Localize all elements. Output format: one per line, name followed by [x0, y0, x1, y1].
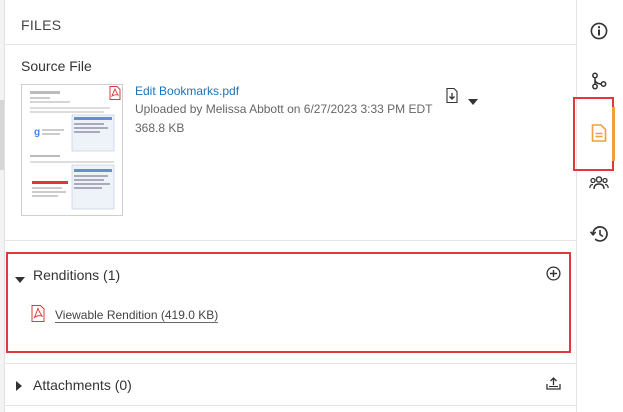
expand-caret-icon[interactable] [15, 270, 25, 288]
section-divider [5, 240, 576, 241]
document-icon[interactable] [587, 121, 611, 145]
history-icon[interactable] [587, 222, 611, 246]
upload-icon[interactable] [546, 377, 561, 395]
panel-title: FILES [21, 17, 62, 33]
section-divider [5, 363, 576, 364]
renditions-title[interactable]: Renditions (1) [33, 267, 120, 283]
active-tab-indicator [612, 107, 615, 161]
right-icon-rail [573, 0, 623, 412]
caret-down-icon[interactable] [468, 92, 480, 105]
rendition-link[interactable]: Viewable Rendition (419.0 KB) [55, 308, 219, 323]
files-panel: FILES Source File g Edit Bookmarks.pdf U… [5, 0, 576, 412]
download-icon[interactable] [446, 87, 460, 104]
file-thumbnail[interactable]: g [21, 84, 123, 216]
file-name-link[interactable]: Edit Bookmarks.pdf [135, 84, 239, 98]
pdf-icon [31, 305, 45, 327]
collapse-caret-icon[interactable] [16, 378, 22, 396]
file-size: 368.8 KB [135, 121, 185, 135]
svg-text:g: g [34, 127, 40, 138]
pdf-icon [109, 86, 121, 105]
workflow-icon[interactable] [587, 69, 611, 93]
attachments-title[interactable]: Attachments (0) [33, 377, 132, 393]
panel-header: FILES [5, 5, 576, 45]
add-circle-icon[interactable] [546, 266, 561, 286]
section-divider [5, 405, 576, 406]
upload-info: Uploaded by Melissa Abbott on 6/27/2023 … [135, 102, 433, 116]
info-icon[interactable] [587, 19, 611, 43]
users-icon[interactable] [587, 171, 611, 195]
left-edge-mark [0, 100, 4, 170]
source-file-title: Source File [21, 58, 92, 74]
thumbnail-preview: g [30, 91, 115, 210]
